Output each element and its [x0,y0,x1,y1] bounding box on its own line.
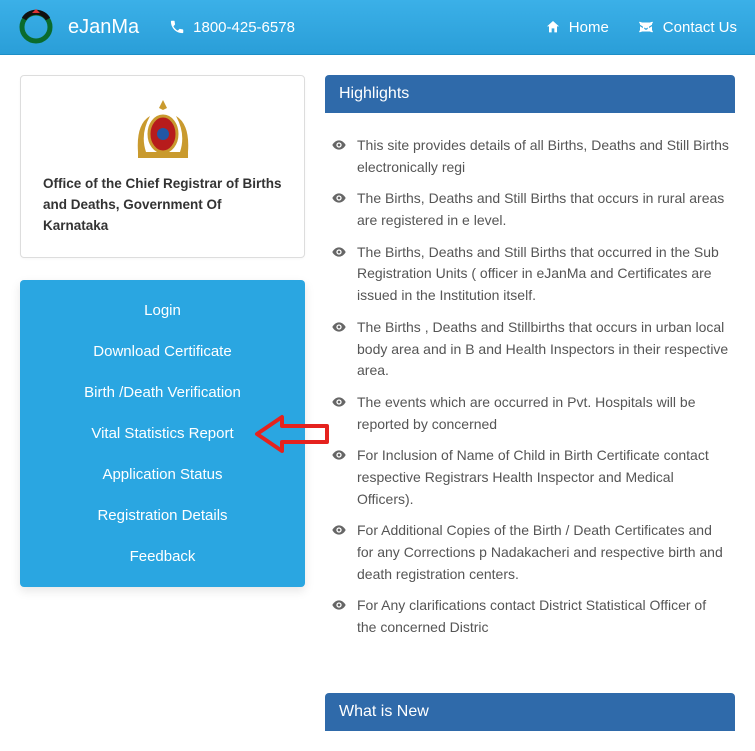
nav-contact-label: Contact Us [663,19,737,36]
side-nav: Login Download Certificate Birth /Death … [20,280,305,587]
highlight-text: The Births, Deaths and Still Births that… [357,188,729,231]
highlight-text: The events which are occurred in Pvt. Ho… [357,392,729,435]
highlight-text: For Inclusion of Name of Child in Birth … [357,445,729,510]
nav-home-label: Home [569,19,609,36]
highlight-text: For Additional Copies of the Birth / Dea… [357,520,729,585]
highlight-item: For Additional Copies of the Birth / Dea… [331,520,729,585]
phone-icon [169,19,185,35]
eye-icon [331,190,347,206]
highlight-item: This site provides details of all Births… [331,135,729,178]
office-title: Office of the Chief Registrar of Births … [37,174,288,237]
phone-section: 1800-425-6578 [169,19,295,36]
nav-home[interactable]: Home [545,19,609,36]
sidenav-vital-statistics-report[interactable]: Vital Statistics Report [20,413,305,454]
sidenav-application-status[interactable]: Application Status [20,454,305,495]
sidenav-registration-details[interactable]: Registration Details [20,495,305,536]
highlight-item: The Births, Deaths and Still Births that… [331,188,729,231]
highlight-item: For Any clarifications contact District … [331,595,729,638]
highlights-list: This site provides details of all Births… [325,121,735,663]
right-column: Highlights This site provides details of… [325,75,735,731]
highlight-text: This site provides details of all Births… [357,135,729,178]
state-emblem [37,94,288,164]
highlight-item: For Inclusion of Name of Child in Birth … [331,445,729,510]
page-body: Office of the Chief Registrar of Births … [0,55,755,751]
contact-icon [637,20,655,34]
whats-new-header: What is New [325,693,735,731]
eye-icon [331,597,347,613]
highlight-text: For Any clarifications contact District … [357,595,729,638]
sidenav-feedback[interactable]: Feedback [20,536,305,577]
eye-icon [331,137,347,153]
sidenav-birth-death-verification[interactable]: Birth /Death Verification [20,372,305,413]
left-column: Office of the Chief Registrar of Births … [20,75,305,731]
phone-number: 1800-425-6578 [193,19,295,36]
sidenav-download-certificate[interactable]: Download Certificate [20,331,305,372]
eye-icon [331,319,347,335]
highlight-text: The Births , Deaths and Stillbirths that… [357,317,729,382]
eye-icon [331,394,347,410]
eye-icon [331,447,347,463]
office-card: Office of the Chief Registrar of Births … [20,75,305,258]
sidenav-login[interactable]: Login [20,290,305,331]
topnav: Home Contact Us [545,19,737,36]
topbar: eJanMa 1800-425-6578 Home Contact Us [0,0,755,55]
highlight-item: The Births , Deaths and Stillbirths that… [331,317,729,382]
highlight-item: The Births, Deaths and Still Births that… [331,242,729,307]
brand-title[interactable]: eJanMa [68,16,139,39]
nav-contact[interactable]: Contact Us [637,19,737,36]
home-icon [545,19,561,35]
highlights-header: Highlights [325,75,735,113]
eye-icon [331,244,347,260]
site-logo [18,9,54,45]
highlight-item: The events which are occurred in Pvt. Ho… [331,392,729,435]
eye-icon [331,522,347,538]
highlight-text: The Births, Deaths and Still Births that… [357,242,729,307]
